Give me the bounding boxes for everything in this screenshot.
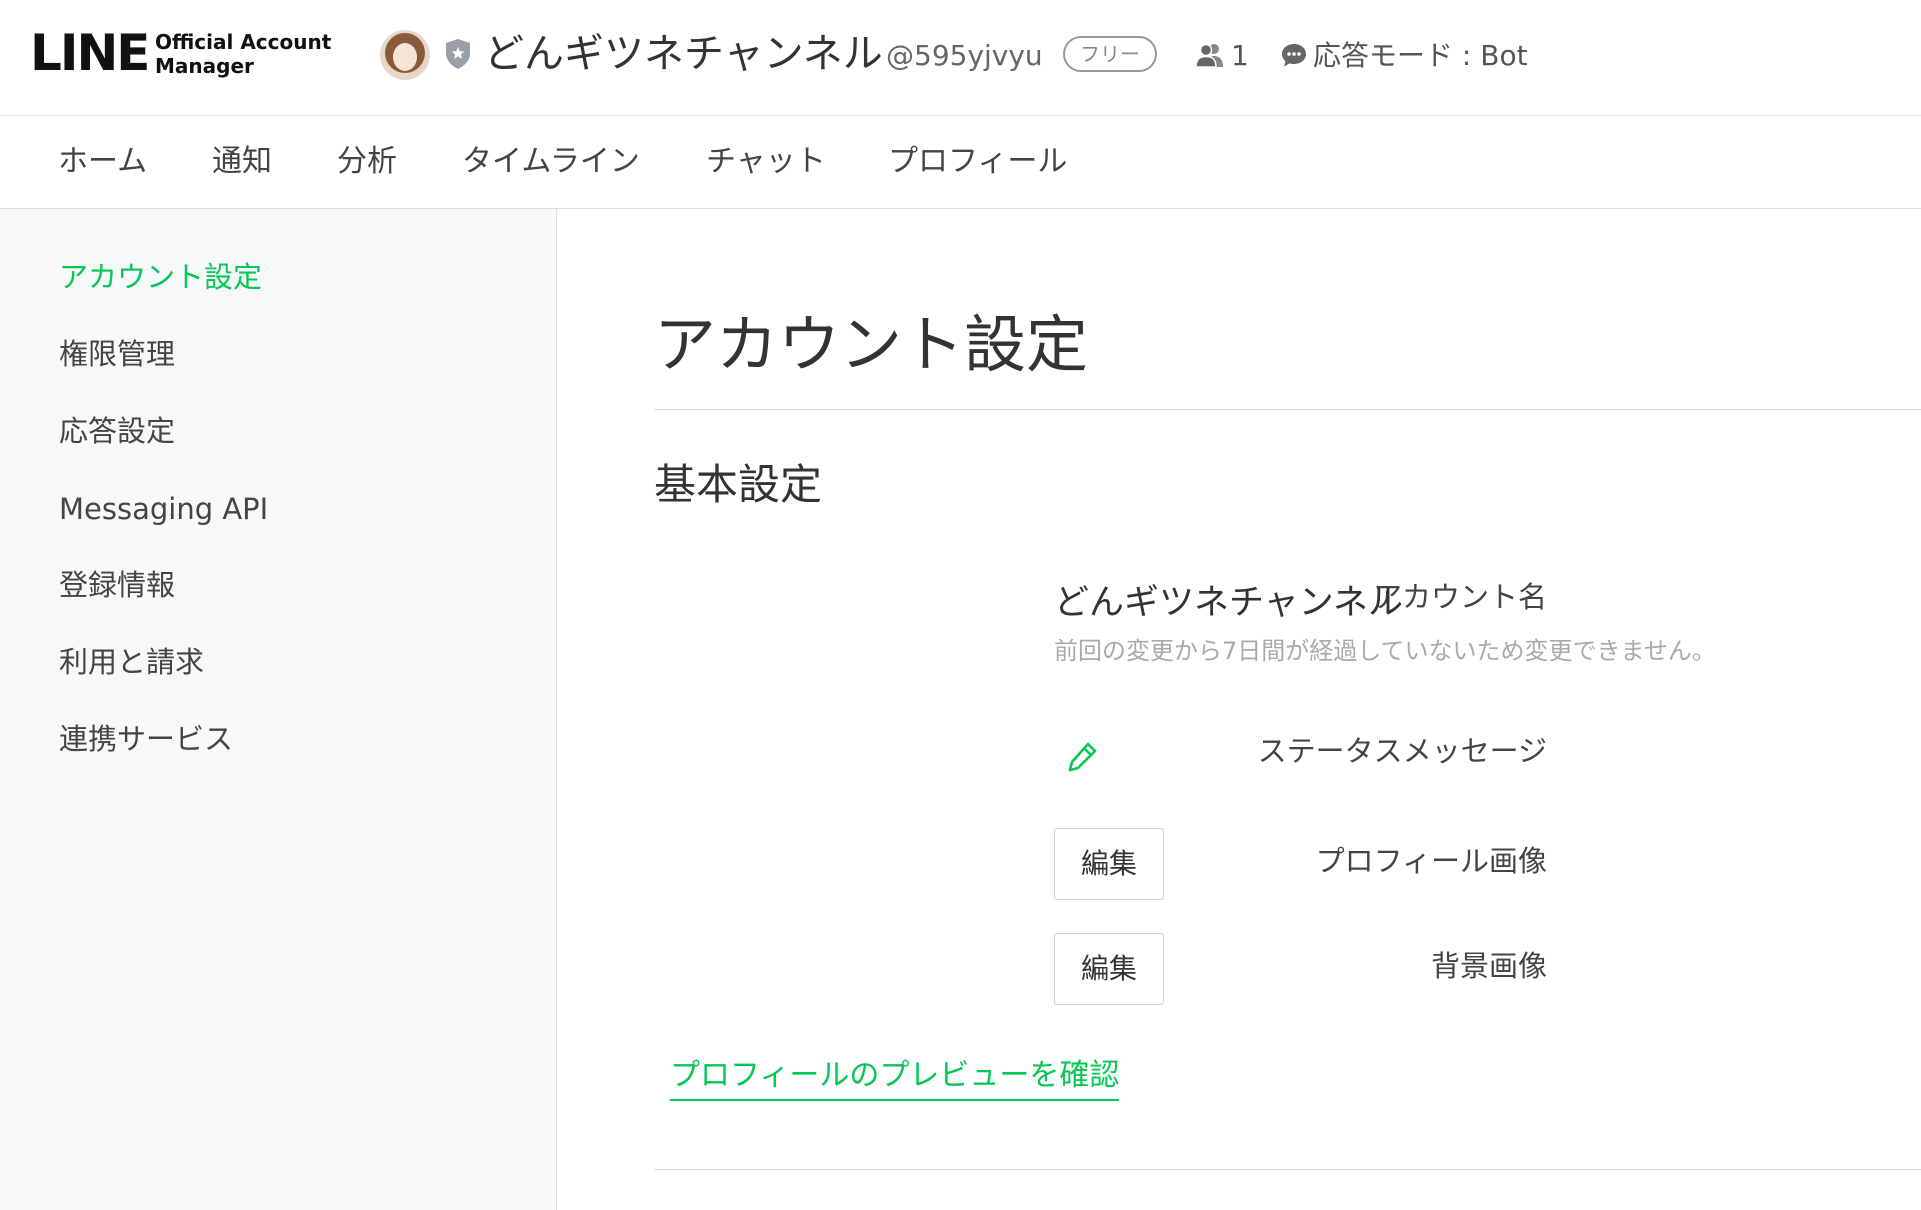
account-name-value: どんギツネチャンネル xyxy=(1054,583,1403,623)
logo-subtitle-line1: Official Account xyxy=(155,30,332,54)
pencil-icon[interactable] xyxy=(1066,739,1100,773)
sidebar-item-response-settings[interactable]: 応答設定 xyxy=(59,411,175,451)
plan-badge[interactable]: フリー xyxy=(1063,36,1157,72)
settings-sidebar: アカウント設定 権限管理 応答設定 Messaging API 登録情報 利用と… xyxy=(0,209,557,1210)
main-navbar: ホーム 通知 分析 タイムライン チャット プロフィール xyxy=(0,116,1921,209)
logo-subtitle: Official Account Manager xyxy=(155,30,331,78)
background-image-edit-button[interactable]: 編集 xyxy=(1054,933,1164,1005)
page-title: アカウント設定 xyxy=(654,308,1089,381)
nav-chat[interactable]: チャット xyxy=(706,140,826,184)
sidebar-item-billing[interactable]: 利用と請求 xyxy=(59,642,204,682)
sidebar-item-linked-services[interactable]: 連携サービス xyxy=(59,719,233,759)
account-name-note: 前回の変更から7日間が経過していないため変更できません。 xyxy=(1054,637,1716,665)
main-content: アカウント設定 基本設定 アカウント名 ステータスメッセージ プロフィール画像 … xyxy=(557,209,1921,1210)
account-name-header[interactable]: どんギツネチャンネル xyxy=(484,26,883,82)
shield-star-icon xyxy=(446,39,470,69)
friends-count: 1 xyxy=(1231,39,1249,72)
bottom-divider xyxy=(654,1169,1921,1170)
section-title-basic: 基本設定 xyxy=(654,460,823,509)
nav-home[interactable]: ホーム xyxy=(58,140,147,184)
logo-line-text: LINE xyxy=(30,24,150,82)
account-avatar[interactable] xyxy=(380,30,430,80)
title-divider xyxy=(654,409,1921,410)
sidebar-item-permissions[interactable]: 権限管理 xyxy=(59,334,175,374)
top-header: LINE Official Account Manager どんギツネチャンネル… xyxy=(0,0,1921,116)
nav-timeline[interactable]: タイムライン xyxy=(462,140,640,184)
logo-subtitle-line2: Manager xyxy=(155,54,254,78)
response-mode[interactable]: 応答モード : Bot xyxy=(1313,36,1528,76)
nav-profile[interactable]: プロフィール xyxy=(888,140,1067,184)
profile-preview-link[interactable]: プロフィールのプレビューを確認 xyxy=(670,1055,1120,1101)
status-message-label: ステータスメッセージ xyxy=(1257,734,1547,768)
sidebar-item-messaging-api[interactable]: Messaging API xyxy=(59,489,268,529)
profile-image-edit-button[interactable]: 編集 xyxy=(1054,828,1164,900)
sidebar-item-account-settings[interactable]: アカウント設定 xyxy=(59,257,262,297)
people-icon xyxy=(1195,43,1223,68)
chat-bubble-icon xyxy=(1282,44,1306,67)
account-id: @595yjvyu xyxy=(886,39,1043,72)
nav-analytics[interactable]: 分析 xyxy=(337,140,397,184)
nav-notifications[interactable]: 通知 xyxy=(212,140,272,184)
sidebar-item-registration-info[interactable]: 登録情報 xyxy=(59,565,175,605)
